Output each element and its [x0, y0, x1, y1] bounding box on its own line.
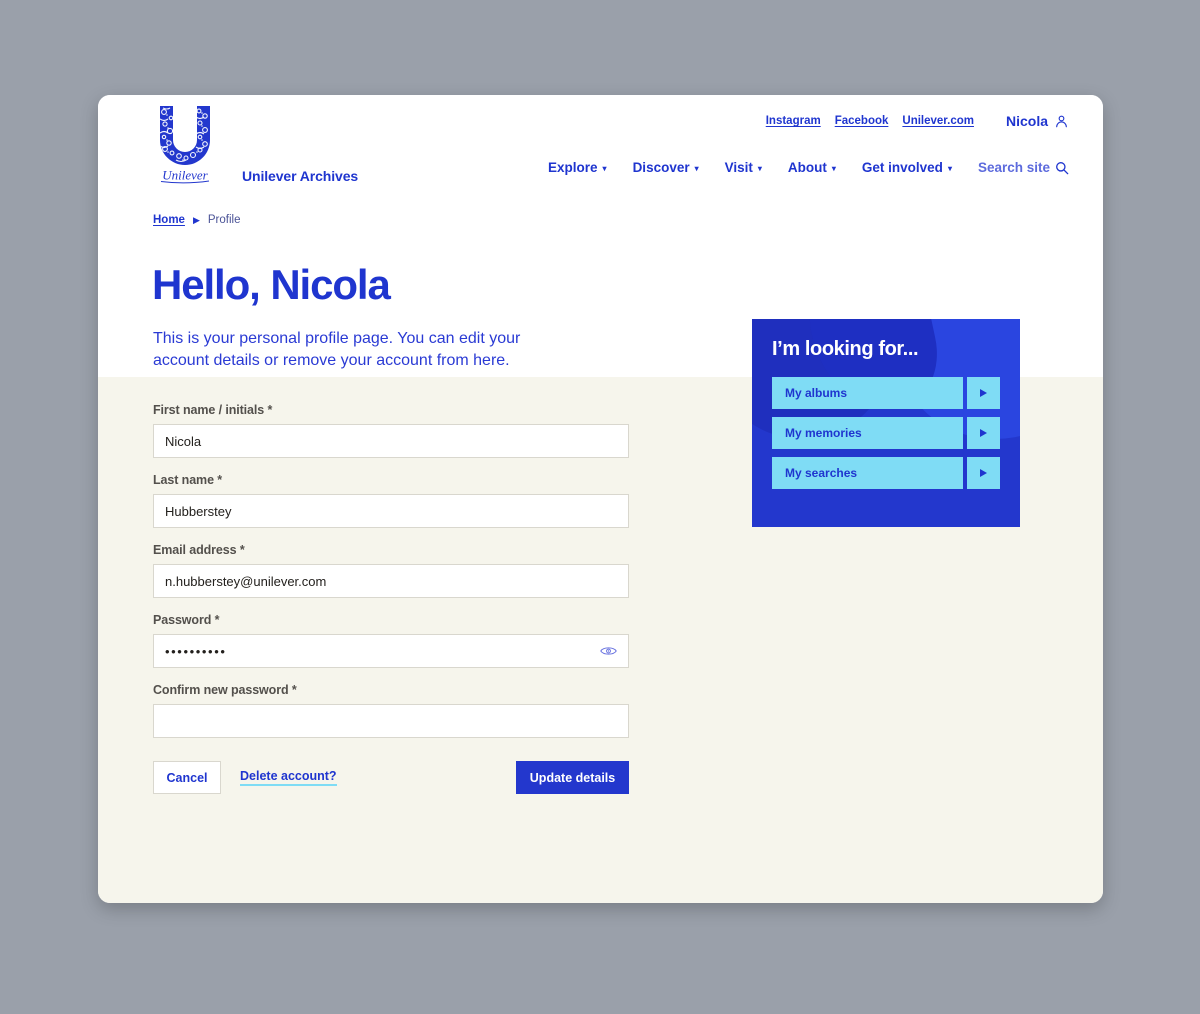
- delete-account-link[interactable]: Delete account?: [240, 769, 337, 786]
- field-label: Last name *: [153, 473, 223, 487]
- panel-item-my-albums[interactable]: My albums: [772, 377, 963, 409]
- field-first-name: First name / initials * Nicola: [153, 403, 629, 458]
- search-site-label: Search site: [977, 160, 1050, 175]
- panel-item-my-albums-arrow-button[interactable]: [967, 377, 1000, 409]
- chevron-down-icon: ▾: [831, 163, 836, 173]
- nav-item-visit[interactable]: Visit ▾: [725, 160, 762, 175]
- unilever-wordmark-icon: Unilever: [160, 168, 210, 184]
- field-password: Password * ••••••••••: [153, 613, 629, 668]
- play-arrow-icon: [980, 469, 987, 477]
- utility-nav: Instagram Facebook Unilever.com Nicola: [766, 113, 1069, 129]
- nav-item-label: About: [787, 160, 827, 175]
- site-header: Unilever Unilever Archives Instagram Fac…: [98, 95, 1103, 200]
- breadcrumb-home-link[interactable]: Home: [153, 214, 185, 226]
- site-name[interactable]: Unilever Archives: [242, 168, 358, 184]
- play-arrow-icon: [980, 389, 987, 397]
- user-name-label: Nicola: [1005, 113, 1048, 129]
- field-email: Email address * n.hubberstey@unilever.co…: [153, 543, 629, 598]
- field-value: n.hubberstey@unilever.com: [165, 573, 327, 589]
- panel-row: My searches: [772, 457, 1000, 489]
- panel-link-list: My albums My memories My searches: [772, 377, 1000, 489]
- field-label: First name / initials *: [153, 403, 273, 417]
- cancel-button[interactable]: Cancel: [153, 761, 221, 794]
- first-name-input[interactable]: Nicola: [153, 424, 629, 458]
- password-masked-value: ••••••••••: [165, 643, 227, 659]
- panel-item-my-memories[interactable]: My memories: [772, 417, 963, 449]
- field-label: Email address *: [153, 543, 245, 557]
- update-details-button[interactable]: Update details: [516, 761, 629, 794]
- nav-item-about[interactable]: About ▾: [788, 160, 836, 175]
- profile-form: First name / initials * Nicola Last name…: [153, 403, 629, 794]
- chevron-down-icon: ▾: [602, 163, 607, 173]
- nav-item-discover[interactable]: Discover ▾: [633, 160, 699, 175]
- utility-link-facebook[interactable]: Facebook: [835, 115, 889, 127]
- svg-text:Unilever: Unilever: [162, 168, 208, 183]
- panel-row: My albums: [772, 377, 1000, 409]
- password-input[interactable]: ••••••••••: [153, 634, 629, 668]
- utility-link-instagram[interactable]: Instagram: [766, 115, 821, 127]
- field-value: Nicola: [165, 433, 202, 449]
- field-confirm-password: Confirm new password *: [153, 683, 629, 738]
- page-title: Hello, Nicola: [152, 261, 391, 309]
- user-account-button[interactable]: Nicola: [1006, 113, 1069, 129]
- field-value: Hubberstey: [165, 503, 232, 519]
- last-name-input[interactable]: Hubberstey: [153, 494, 629, 528]
- breadcrumb: Home ▶ Profile: [153, 214, 240, 226]
- browser-page-card: Unilever Unilever Archives Instagram Fac…: [98, 95, 1103, 903]
- im-looking-for-panel: I’m looking for... My albums My memories…: [752, 319, 1020, 527]
- field-last-name: Last name * Hubberstey: [153, 473, 629, 528]
- person-icon: [1056, 115, 1067, 127]
- confirm-password-input[interactable]: [153, 704, 629, 738]
- utility-link-unilever-com[interactable]: Unilever.com: [902, 115, 974, 127]
- nav-item-explore[interactable]: Explore ▾: [548, 160, 607, 175]
- panel-item-my-memories-arrow-button[interactable]: [967, 417, 1000, 449]
- panel-row: My memories: [772, 417, 1000, 449]
- chevron-down-icon: ▾: [947, 163, 952, 173]
- nav-item-label: Get involved: [861, 160, 943, 175]
- field-label: Password *: [153, 613, 220, 627]
- breadcrumb-current: Profile: [207, 214, 241, 226]
- toggle-password-visibility-button[interactable]: [600, 645, 617, 657]
- form-actions: Cancel Delete account? Update details: [153, 761, 629, 794]
- play-arrow-icon: [980, 429, 987, 437]
- nav-item-label: Explore: [548, 160, 598, 175]
- chevron-down-icon: ▾: [694, 163, 699, 173]
- page-intro-text: This is your personal profile page. You …: [153, 330, 521, 369]
- panel-item-my-searches[interactable]: My searches: [772, 457, 963, 489]
- email-field[interactable]: n.hubberstey@unilever.com: [153, 564, 629, 598]
- main-navigation: Explore ▾ Discover ▾ Visit ▾ About ▾ Get…: [548, 160, 1069, 175]
- nav-item-label: Visit: [724, 160, 753, 175]
- unilever-logo[interactable]: Unilever: [152, 104, 218, 186]
- search-site-button[interactable]: Search site: [978, 160, 1069, 175]
- nav-item-label: Discover: [632, 160, 690, 175]
- chevron-down-icon: ▾: [757, 163, 762, 173]
- breadcrumb-separator-icon: ▶: [192, 214, 200, 225]
- panel-title: I’m looking for...: [772, 338, 919, 360]
- nav-item-get-involved[interactable]: Get involved ▾: [862, 160, 952, 175]
- field-label: Confirm new password *: [153, 683, 297, 697]
- search-icon: [1056, 161, 1069, 174]
- unilever-u-logo-icon: [160, 106, 210, 165]
- eye-icon: [600, 647, 617, 655]
- panel-item-my-searches-arrow-button[interactable]: [967, 457, 1000, 489]
